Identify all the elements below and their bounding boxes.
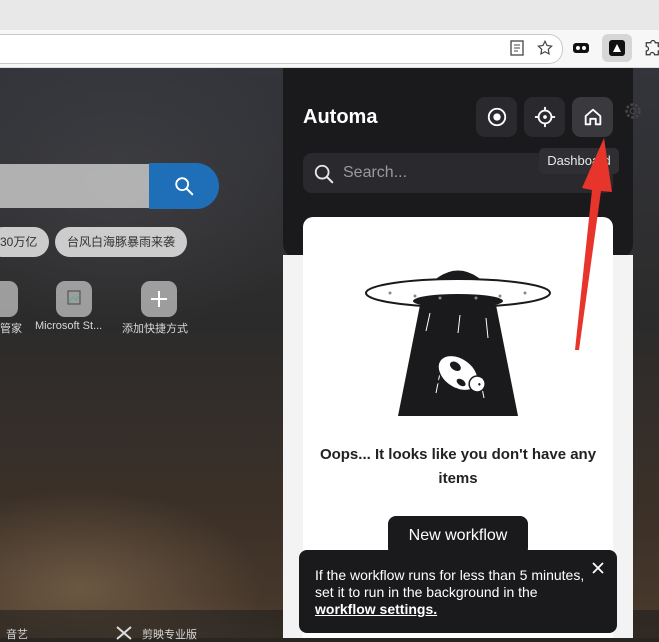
shortcut-label: 管家 [0,323,22,335]
close-icon[interactable] [589,559,607,577]
notification-toast: If the workflow runs for less than 5 min… [299,550,617,633]
record-icon [487,107,506,127]
shortcut-tile[interactable] [0,281,18,317]
toast-message: If the workflow runs for less than 5 min… [315,567,595,618]
element-selector-button[interactable] [524,97,565,137]
search-icon [175,177,194,196]
star-icon[interactable] [535,38,555,58]
newtab-search-button[interactable] [149,163,219,209]
annotation-arrow [575,138,612,350]
shortcut-label: 添加快捷方式 [122,323,188,335]
newtab-search-input[interactable] [0,164,150,208]
toast-text: If the workflow runs for less than 5 min… [315,567,585,600]
automa-extension-icon[interactable] [602,34,632,62]
bottom-item[interactable]: 音艺 [6,626,28,642]
browser-toolbar [0,30,659,68]
capcut-icon [116,626,132,640]
address-bar[interactable] [0,34,563,64]
shortcut-label: Microsoft St... [35,320,103,332]
target-icon [534,106,555,128]
bottom-item[interactable]: 剪映专业版 [142,626,197,642]
extension-icon[interactable] [570,37,592,59]
plus-icon [151,291,167,307]
shortcut-tile[interactable] [56,281,92,317]
puzzle-icon[interactable] [642,37,659,59]
app-title: Automa [303,106,378,128]
ufo-illustration [365,270,551,416]
trending-chip[interactable]: 30万亿 [0,227,50,257]
reader-mode-icon[interactable] [507,38,527,58]
add-shortcut-tile[interactable] [141,281,177,317]
gear-icon [625,103,641,119]
trending-chip[interactable]: 台风白海豚暴雨来袭 [55,227,188,257]
empty-state-message: Oops... It looks like you don't have any… [319,446,597,487]
browser-tab-strip [0,0,659,30]
home-icon [584,108,601,126]
record-button[interactable] [476,97,517,137]
broken-image-icon [67,290,81,305]
search-icon [314,164,334,184]
workflow-settings-link[interactable]: workflow settings. [315,601,437,617]
